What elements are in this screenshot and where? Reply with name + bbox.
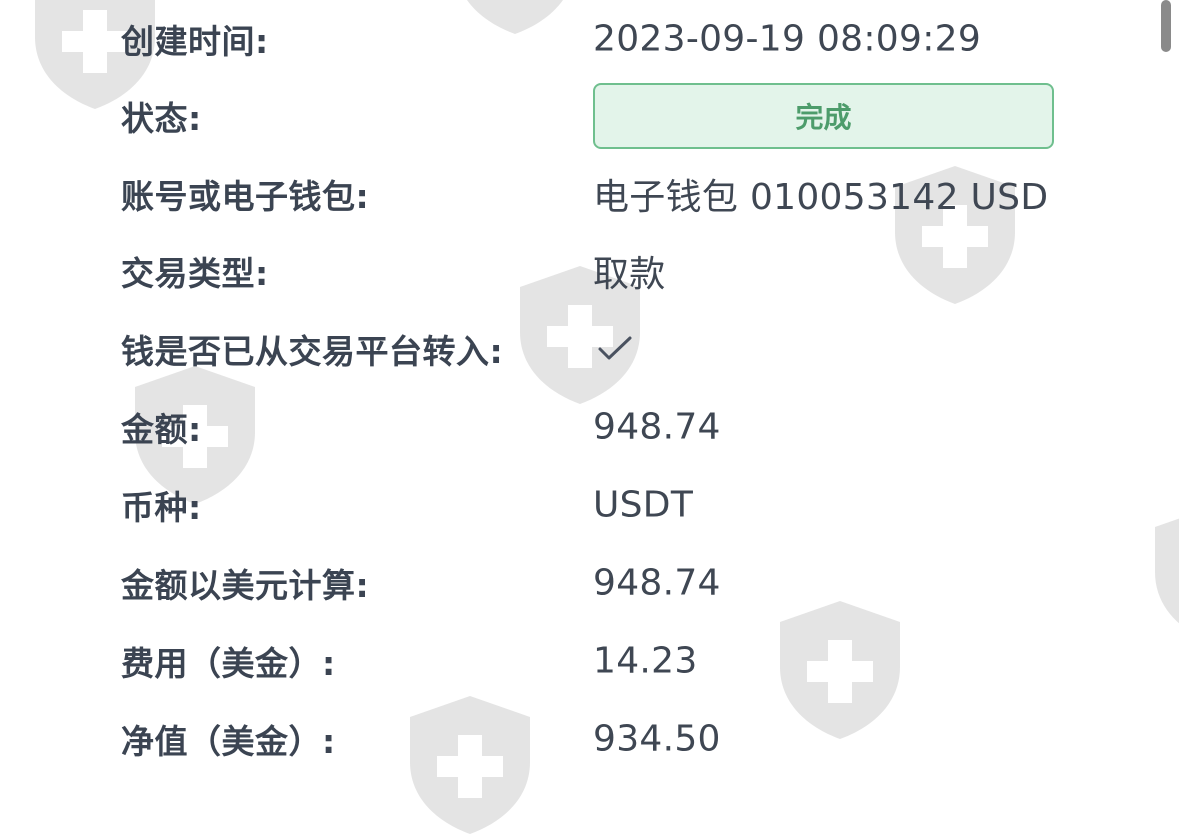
status-label: 状态: — [121, 99, 202, 138]
scrollbar-thumb[interactable] — [1161, 0, 1171, 52]
detail-row-created-time: 创建时间: 2023-09-19 08:09:29 — [0, 0, 1179, 78]
transaction-details: 创建时间: 2023-09-19 08:09:29 状态: 完成 账号或电子钱包… — [0, 0, 1179, 771]
detail-row-account: 账号或电子钱包: 电子钱包 010053142 USD — [0, 155, 1179, 233]
detail-row-amount-usd: 金额以美元计算: 948.74 — [0, 544, 1179, 622]
status-badge: 完成 — [593, 83, 1054, 149]
detail-row-status: 状态: 完成 — [0, 77, 1179, 155]
account-value: 电子钱包 010053142 USD — [593, 177, 1049, 218]
detail-row-amount: 金额: 948.74 — [0, 388, 1179, 466]
currency-value: USDT — [593, 484, 694, 526]
net-label: 净值（美金）: — [121, 722, 336, 761]
detail-row-currency: 币种: USDT — [0, 466, 1179, 544]
transaction-type-value: 取款 — [593, 254, 666, 295]
transaction-type-label: 交易类型: — [121, 254, 269, 293]
net-value: 934.50 — [593, 718, 721, 760]
detail-row-fee: 费用（美金）: 14.23 — [0, 622, 1179, 700]
transferred-label: 钱是否已从交易平台转入: — [121, 332, 504, 371]
amount-label: 金额: — [121, 410, 202, 449]
check-icon — [597, 334, 633, 364]
detail-row-transferred: 钱是否已从交易平台转入: — [0, 310, 1179, 388]
created-time-label: 创建时间: — [121, 22, 269, 61]
amount-usd-label: 金额以美元计算: — [121, 566, 370, 605]
account-label: 账号或电子钱包: — [121, 177, 370, 216]
created-time-value: 2023-09-19 08:09:29 — [593, 18, 982, 60]
fee-label: 费用（美金）: — [121, 644, 336, 683]
currency-label: 币种: — [121, 488, 202, 527]
amount-usd-value: 948.74 — [593, 562, 721, 604]
detail-row-net: 净值（美金）: 934.50 — [0, 700, 1179, 778]
amount-value: 948.74 — [593, 406, 721, 448]
fee-value: 14.23 — [593, 640, 698, 682]
detail-row-transaction-type: 交易类型: 取款 — [0, 232, 1179, 310]
